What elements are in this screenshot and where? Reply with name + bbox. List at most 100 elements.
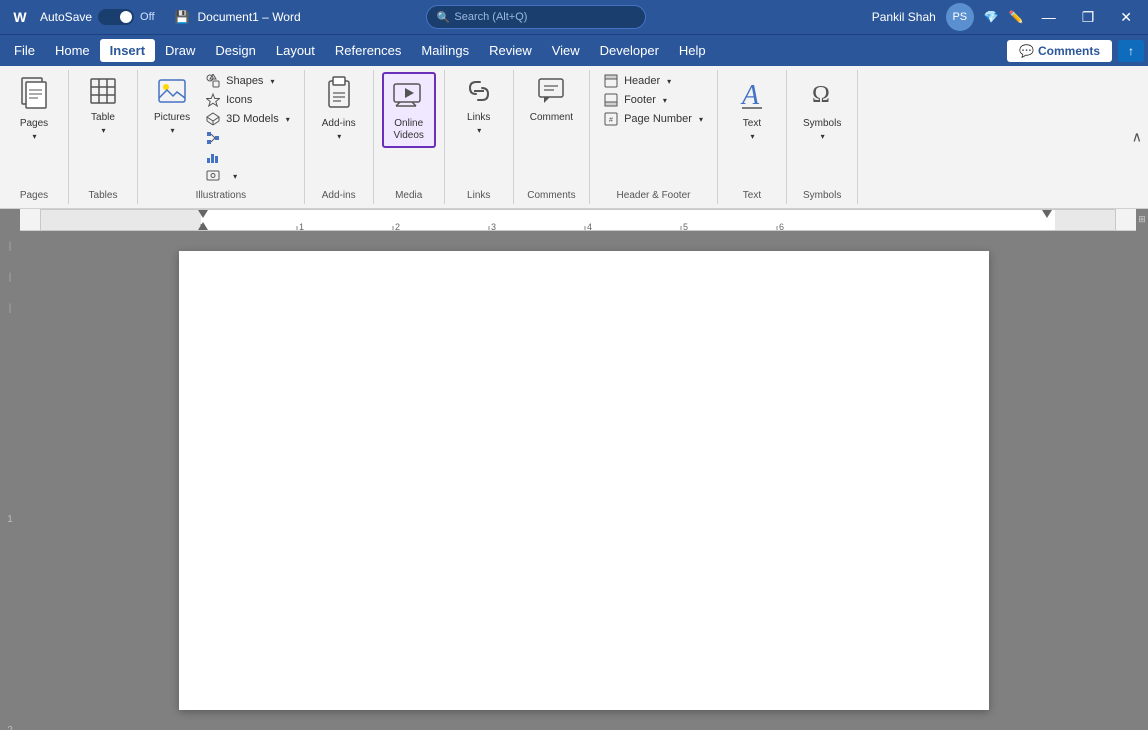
menu-design[interactable]: Design <box>205 39 265 62</box>
ribbon-group-tables: Table ▾ Tables <box>69 70 138 204</box>
menu-references[interactable]: References <box>325 39 411 62</box>
margin-icon-3: | <box>9 303 12 314</box>
search-input[interactable] <box>454 11 634 23</box>
ruler-expand-icon[interactable]: ⊞ <box>1138 214 1146 225</box>
menu-layout[interactable]: Layout <box>266 39 325 62</box>
footer-label: Footer <box>624 94 656 106</box>
menu-insert[interactable]: Insert <box>100 39 155 62</box>
doc-page[interactable] <box>179 251 989 710</box>
svg-text:Ω: Ω <box>812 82 830 108</box>
autosave-toggle[interactable] <box>98 9 134 25</box>
online-videos-button[interactable]: OnlineVideos <box>382 72 436 148</box>
addins-dropdown: ▾ <box>337 132 341 141</box>
ribbon-group-addins: Add-ins ▾ Add-ins <box>305 70 374 204</box>
pictures-icon <box>157 76 187 110</box>
page-number-indicator-2: 2 <box>7 725 13 730</box>
pages-icon <box>18 76 50 116</box>
margin-icon-2: | <box>9 272 12 283</box>
comments-icon: 💬 <box>1019 44 1034 58</box>
page-number-button[interactable]: # Page Number ▾ <box>598 110 709 128</box>
shapes-label: Shapes <box>226 75 263 87</box>
indent-marker-top[interactable] <box>198 210 208 218</box>
save-icon[interactable]: 💾 <box>175 10 190 24</box>
illustrations-group-label: Illustrations <box>142 187 300 204</box>
comment-button[interactable]: Comment <box>522 72 581 128</box>
menu-developer[interactable]: Developer <box>590 39 669 62</box>
links-button[interactable]: Links ▾ <box>453 72 505 139</box>
ribbon-group-symbols: Ω Symbols ▾ Symbols <box>787 70 858 204</box>
screenshot-button[interactable]: ▾ <box>200 167 296 185</box>
media-group-label: Media <box>378 187 440 204</box>
text-button[interactable]: A Text ▾ <box>726 72 778 145</box>
svg-text:5: 5 <box>683 222 688 231</box>
avatar: PS <box>946 3 974 31</box>
indent-marker-bottom[interactable] <box>198 222 208 230</box>
page-number-label: Page Number <box>624 113 692 125</box>
ribbon: Pages ▾ Pages Table ▾ <box>0 66 1148 209</box>
header-footer-stack: Header ▾ Footer ▾ # Page Numb <box>598 72 709 128</box>
menu-draw[interactable]: Draw <box>155 39 205 62</box>
ruler-left-space <box>0 209 20 231</box>
pictures-label: Pictures <box>154 112 190 124</box>
ribbon-group-illustrations: Pictures ▾ Shapes ▾ <box>138 70 305 204</box>
user-name: Pankil Shah <box>872 10 936 24</box>
addins-button[interactable]: Add-ins ▾ <box>313 72 365 145</box>
addins-label: Add-ins <box>322 118 356 130</box>
autosave-area: AutoSave Off <box>40 9 155 25</box>
menu-mailings[interactable]: Mailings <box>411 39 479 62</box>
online-videos-icon <box>392 78 426 116</box>
svg-text:6: 6 <box>779 222 784 231</box>
close-button[interactable]: ✕ <box>1112 0 1140 34</box>
ribbon-group-links: Links ▾ Links <box>445 70 514 204</box>
illustrations-stack: Shapes ▾ Icons <box>200 72 296 185</box>
svg-text:A: A <box>740 80 760 111</box>
pictures-dropdown: ▾ <box>171 126 175 135</box>
links-group-label: Links <box>449 187 509 204</box>
ruler: 1 2 3 4 5 6 <box>40 209 1116 231</box>
table-button[interactable]: Table ▾ <box>77 72 129 139</box>
online-videos-label: OnlineVideos <box>394 118 424 142</box>
right-indent-marker[interactable] <box>1042 210 1052 218</box>
chart-button[interactable] <box>200 148 296 166</box>
tables-group-label: Tables <box>73 187 133 204</box>
shapes-button[interactable]: Shapes ▾ <box>200 72 296 90</box>
pages-group-label: Pages <box>4 187 64 204</box>
word-icon: W <box>8 5 32 29</box>
pages-button[interactable]: Pages ▾ <box>8 72 60 145</box>
addins-group-label: Add-ins <box>309 187 369 204</box>
ribbon-group-comments: Comment Comments <box>514 70 590 204</box>
minimize-button[interactable]: — <box>1034 0 1064 34</box>
symbols-button[interactable]: Ω Symbols ▾ <box>795 72 849 145</box>
3d-models-button[interactable]: 3D Models ▾ <box>200 110 296 128</box>
ribbon-group-media: OnlineVideos Media <box>374 70 445 204</box>
text-dropdown: ▾ <box>750 132 754 141</box>
doc-area: | | | 1 2 <box>0 231 1148 730</box>
3d-models-label: 3D Models <box>226 113 279 125</box>
restore-button[interactable]: ❐ <box>1074 0 1103 34</box>
menu-review[interactable]: Review <box>479 39 542 62</box>
page-number-indicator: 1 <box>7 514 13 525</box>
svg-text:4: 4 <box>587 222 592 231</box>
menu-home[interactable]: Home <box>45 39 100 62</box>
menu-file[interactable]: File <box>4 39 45 62</box>
menu-help[interactable]: Help <box>669 39 716 62</box>
svg-text:#: # <box>609 117 613 124</box>
diamond-icon: 💎 <box>984 10 999 24</box>
pages-label: Pages <box>20 118 48 130</box>
icons-button[interactable]: Icons <box>200 91 296 109</box>
header-footer-group-label: Header & Footer <box>594 187 713 204</box>
pages-dropdown: ▾ <box>32 132 36 141</box>
smartart-button[interactable] <box>200 129 296 147</box>
search-box[interactable]: 🔍 <box>426 5 646 29</box>
footer-button[interactable]: Footer ▾ <box>598 91 709 109</box>
ribbon-collapse-button[interactable]: ∧ <box>1132 129 1142 146</box>
comments-button[interactable]: 💬 Comments <box>1007 40 1112 62</box>
share-button[interactable]: ↑ <box>1118 40 1144 62</box>
menu-view[interactable]: View <box>542 39 590 62</box>
title-bar: W AutoSave Off 💾 Document1 – Word 🔍 Pank… <box>0 0 1148 34</box>
pictures-button[interactable]: Pictures ▾ <box>146 72 198 139</box>
links-dropdown: ▾ <box>477 126 481 135</box>
svg-text:1: 1 <box>299 222 304 231</box>
header-button[interactable]: Header ▾ <box>598 72 709 90</box>
header-label: Header <box>624 75 660 87</box>
